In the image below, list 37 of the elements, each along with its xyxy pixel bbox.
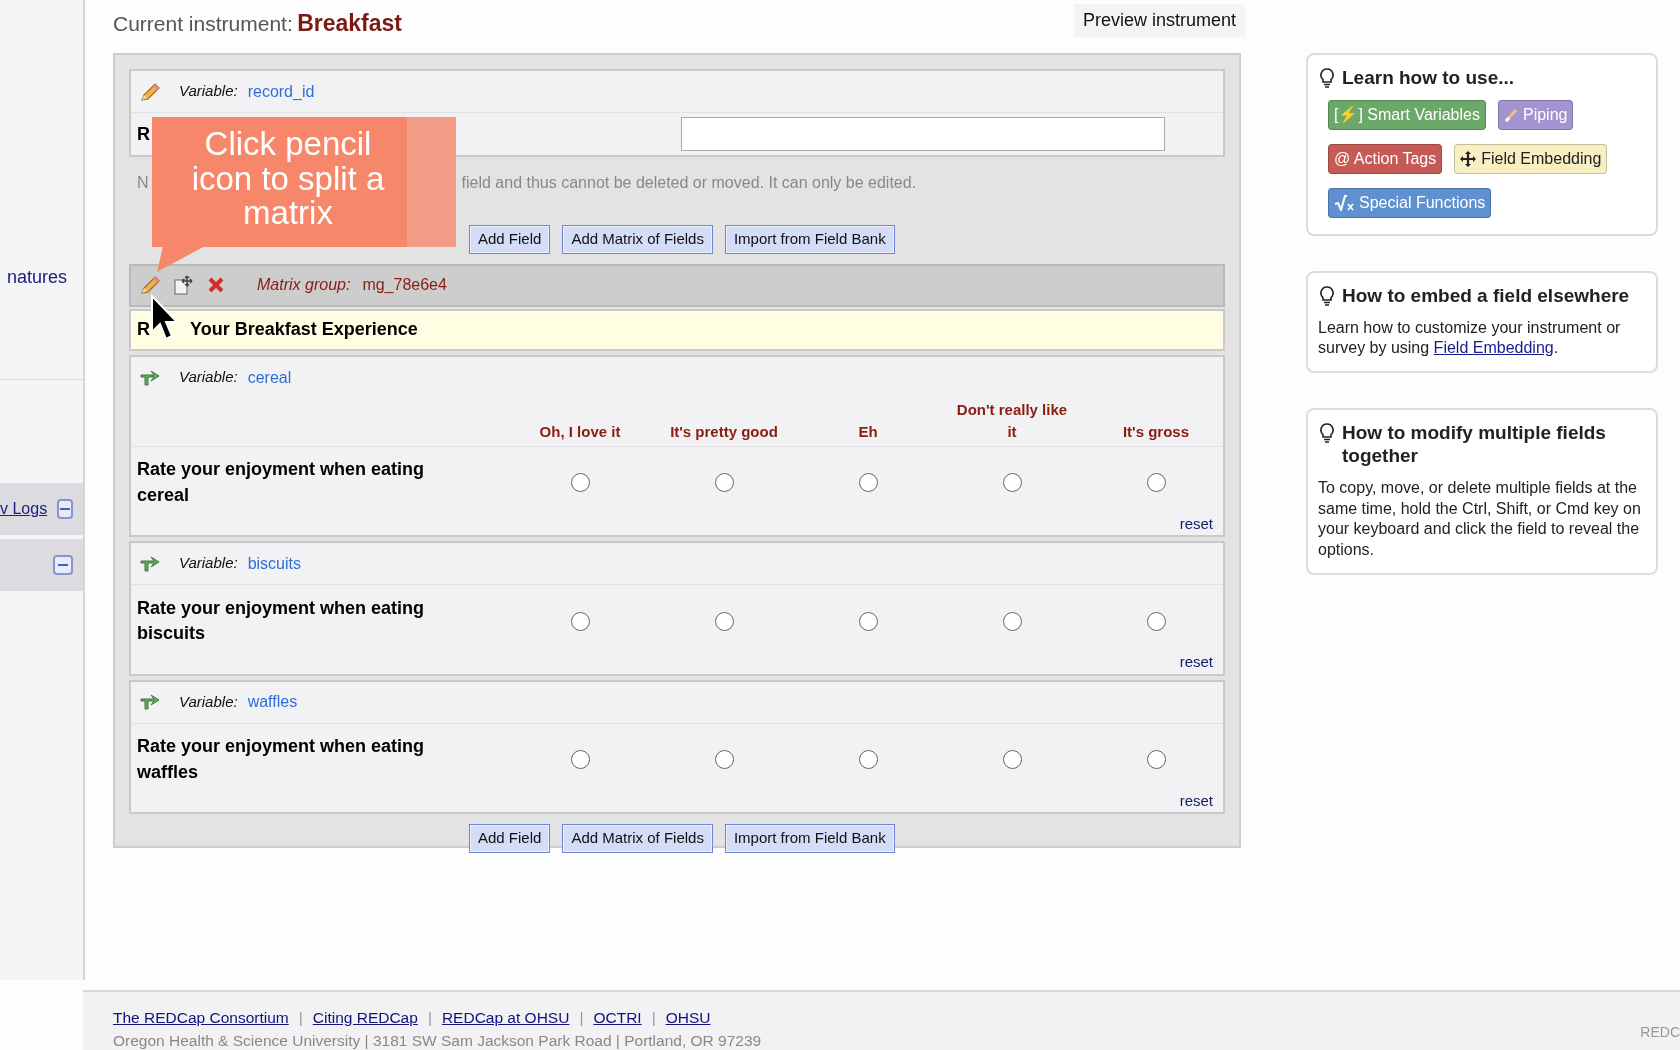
column-header: It's gross: [1121, 422, 1191, 442]
separator: |: [298, 1008, 303, 1028]
note-text: N: [137, 173, 149, 193]
separator: |: [579, 1008, 584, 1028]
separator: |: [427, 1008, 432, 1028]
column-header: Oh, I love it: [538, 422, 622, 442]
variable-label: Variable:: [179, 691, 238, 712]
variable-name: cereal: [247, 367, 292, 388]
field-label: Rate your enjoyment when eating waffles: [136, 735, 426, 784]
column-header: Don't really like it: [955, 399, 1069, 442]
variable-name: record_id: [247, 81, 315, 102]
matrix-group-label: Matrix group:: [257, 275, 351, 295]
section-title: Your Breakfast Experience: [190, 318, 418, 341]
card-text: To copy, move, or delete multiple fields at the same time, hold the Ctrl, Shift, or Cmd key on your keyboard and click the field to reveal the options.: [1318, 477, 1642, 561]
column-header: Eh: [857, 422, 879, 442]
instrument-label: Current instrument:: [113, 12, 293, 35]
split-matrix-tooltip: Click pencil icon to split a matrix: [152, 117, 456, 247]
field-label: R: [137, 122, 150, 146]
card-title: Learn how to use...: [1342, 67, 1515, 90]
instrument-name: Breakfast: [297, 10, 403, 36]
card-text: Learn how to customize your instrument or survey by using Field Embedding.: [1318, 317, 1622, 359]
variable-label: Variable:: [179, 81, 238, 102]
card-title: How to embed a field elsewhere: [1342, 284, 1630, 308]
separator: |: [651, 1008, 656, 1028]
column-header: It's pretty good: [669, 422, 779, 442]
variable-name: biscuits: [247, 553, 301, 574]
variable-label: Variable:: [179, 367, 238, 388]
matrix-group-name: mg_78e6e4: [362, 275, 447, 295]
variable-name: waffles: [247, 692, 298, 712]
footer-text: REDC: [1640, 1023, 1680, 1042]
section-title: R: [137, 318, 150, 341]
field-label: Rate your enjoyment when eating cereal: [136, 458, 426, 507]
card-title: How to modify multiple fields together: [1342, 422, 1607, 468]
variable-label: Variable:: [179, 553, 238, 574]
field-label: Rate your enjoyment when eating biscuits: [136, 596, 426, 645]
address-text: Oregon Health & Science University | 3181 SW Sam Jackson Park Road | Portland, OR 97239: [113, 1031, 762, 1050]
note-text: field and thus cannot be deleted or moved. It can only be edited.: [461, 173, 917, 193]
